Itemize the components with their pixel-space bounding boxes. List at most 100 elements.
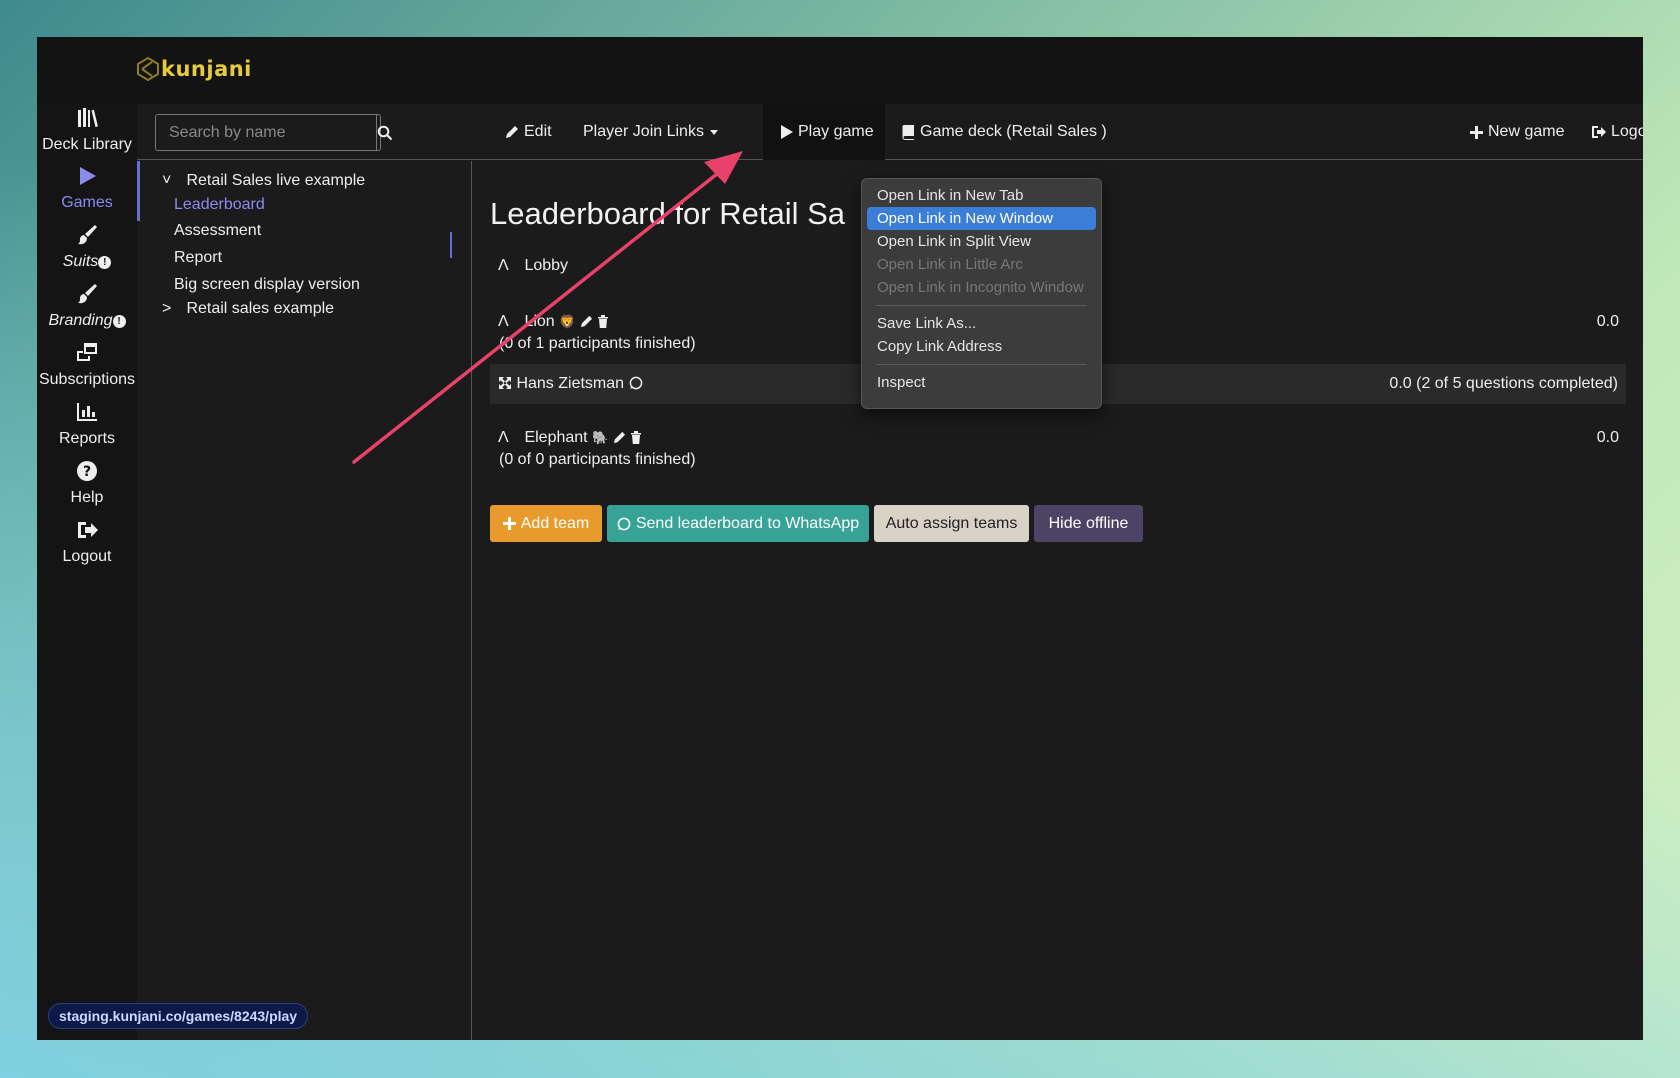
sidebar-item-reports[interactable]: Reports (37, 400, 137, 448)
sidebar-item-label: Branding (48, 312, 113, 329)
books-icon (37, 106, 137, 132)
sidebar-item-branding[interactable]: Branding! (37, 282, 137, 330)
trash-icon[interactable] (630, 429, 642, 446)
sidebar-item-suits[interactable]: Suits! (37, 223, 137, 271)
edit-link[interactable]: Edit (505, 123, 552, 141)
menu-separator (876, 305, 1087, 306)
edit-label: Edit (524, 123, 552, 140)
collapse-icon[interactable]: Λ (498, 313, 512, 331)
add-team-label: Add team (520, 514, 590, 532)
sidebar-item-label: Games (61, 194, 113, 211)
menu-separator (876, 364, 1087, 365)
expand-arrows-icon[interactable] (498, 375, 512, 392)
tree-item-assessment[interactable]: Assessment (174, 222, 261, 240)
lobby-row[interactable]: Λ Lobby (498, 257, 568, 275)
menu-item-open-little-arc: Open Link in Little Arc (877, 256, 1023, 273)
page-title: Leaderboard for Retail Sa (490, 196, 846, 231)
app-window: kunjani Deck Library Games Suits! Brandi… (37, 37, 1643, 1040)
whatsapp-icon[interactable] (629, 375, 643, 392)
search-input[interactable] (156, 115, 376, 150)
game-deck-label: Game deck (Retail Sales ) (920, 123, 1107, 140)
pencil-icon[interactable] (580, 313, 593, 330)
game-toolbar: Edit Player Join Links Play game Game de… (137, 104, 1643, 160)
paintbrush-icon (37, 223, 137, 249)
tree-item-big-screen[interactable]: Big screen display version (174, 276, 360, 294)
svg-text:?: ? (83, 464, 91, 480)
menu-item-open-incognito: Open Link in Incognito Window (877, 279, 1084, 296)
context-menu: Open Link in New Tab Open Link in New Wi… (861, 178, 1102, 409)
add-team-button[interactable]: Add team (490, 505, 602, 542)
logout-label: Logout (1611, 123, 1643, 140)
toolbar-logout-button[interactable]: Logout (1591, 123, 1643, 141)
menu-item-open-new-tab[interactable]: Open Link in New Tab (867, 184, 1096, 207)
team-name: Elephant (524, 429, 588, 446)
new-game-button[interactable]: New game (1470, 123, 1564, 141)
warning-badge-icon: ! (112, 315, 126, 328)
elephant-emoji-icon: 🐘 (592, 430, 609, 445)
menu-item-copy-link-address[interactable]: Copy Link Address (867, 335, 1096, 358)
sidebar-item-help[interactable]: ? Help (37, 459, 137, 507)
tree-node-label: Retail sales example (186, 300, 335, 317)
menu-item-save-link-as[interactable]: Save Link As... (867, 312, 1096, 335)
link-status-url: staging.kunjani.co/games/8243/play (48, 1003, 309, 1029)
warning-badge-icon: ! (98, 256, 112, 269)
search-icon (377, 125, 393, 140)
player-join-links-dropdown[interactable]: Player Join Links (583, 123, 719, 141)
tree-item-leaderboard[interactable]: Leaderboard (174, 196, 265, 214)
play-icon (781, 125, 793, 139)
brand-name: kunjani (161, 57, 252, 81)
sidebar-item-label: Help (70, 489, 104, 506)
logout-icon (1592, 126, 1606, 138)
auto-assign-teams-button[interactable]: Auto assign teams (874, 505, 1029, 542)
tree-node-retail-sales-live[interactable]: ˅ Retail Sales live example (162, 172, 365, 190)
sidebar-item-label: Suits (62, 253, 99, 270)
team-name: Lion (524, 313, 555, 330)
hide-offline-button[interactable]: Hide offline (1034, 505, 1143, 542)
search-box (155, 114, 393, 151)
play-game-link[interactable]: Play game (780, 123, 874, 141)
search-button[interactable] (376, 115, 393, 150)
team-progress: (0 of 1 participants finished) (499, 335, 696, 352)
team-row-elephant: Λ Elephant 🐘 (498, 429, 642, 447)
top-bar: kunjani (37, 37, 1643, 104)
whatsapp-icon (617, 517, 631, 530)
sidebar-item-deck-library[interactable]: Deck Library (37, 106, 137, 154)
lobby-label: Lobby (524, 257, 569, 274)
chevron-right-icon: > (162, 300, 172, 317)
participant-score: 0.0 (2 of 5 questions completed) (1389, 375, 1618, 392)
paintbrush-icon (37, 282, 137, 308)
sidebar-item-logout[interactable]: Logout (37, 518, 137, 566)
game-deck-link[interactable]: Game deck (Retail Sales ) (901, 123, 1107, 141)
team-progress: (0 of 0 participants finished) (499, 451, 696, 468)
brand-logo[interactable]: kunjani (137, 57, 252, 81)
logout-icon (37, 518, 137, 544)
send-whatsapp-button[interactable]: Send leaderboard to WhatsApp (607, 505, 869, 542)
pencil-icon (506, 126, 518, 138)
windows-icon (37, 341, 137, 367)
trash-icon[interactable] (597, 313, 609, 330)
sidebar-item-subscriptions[interactable]: Subscriptions (37, 341, 137, 389)
tree-item-report[interactable]: Report (174, 249, 222, 267)
participant-info: Hans Zietsman (498, 375, 643, 393)
team-score: 0.0 (1596, 429, 1619, 446)
collapse-icon: Λ (498, 257, 509, 274)
play-icon (37, 164, 137, 190)
bar-chart-icon (37, 400, 137, 426)
team-score: 0.0 (1596, 313, 1619, 330)
menu-item-open-new-window[interactable]: Open Link in New Window (867, 207, 1096, 230)
pencil-icon[interactable] (613, 429, 626, 446)
player-join-links-label: Player Join Links (583, 123, 704, 140)
chevron-down-icon: ˅ (162, 172, 172, 189)
sidebar-item-label: Logout (62, 548, 112, 565)
new-game-label: New game (1488, 123, 1565, 140)
question-circle-icon: ? (37, 459, 137, 485)
sidebar-item-games[interactable]: Games (37, 164, 137, 212)
active-item-indicator (450, 232, 452, 258)
plus-icon (502, 517, 516, 530)
menu-item-open-split-view[interactable]: Open Link in Split View (867, 230, 1096, 253)
tree-node-retail-sales-example[interactable]: > Retail sales example (162, 300, 334, 318)
sidebar-item-label: Deck Library (42, 136, 132, 153)
sidebar-item-label: Subscriptions (38, 371, 136, 388)
collapse-icon[interactable]: Λ (498, 429, 512, 447)
menu-item-inspect[interactable]: Inspect (867, 371, 1096, 394)
